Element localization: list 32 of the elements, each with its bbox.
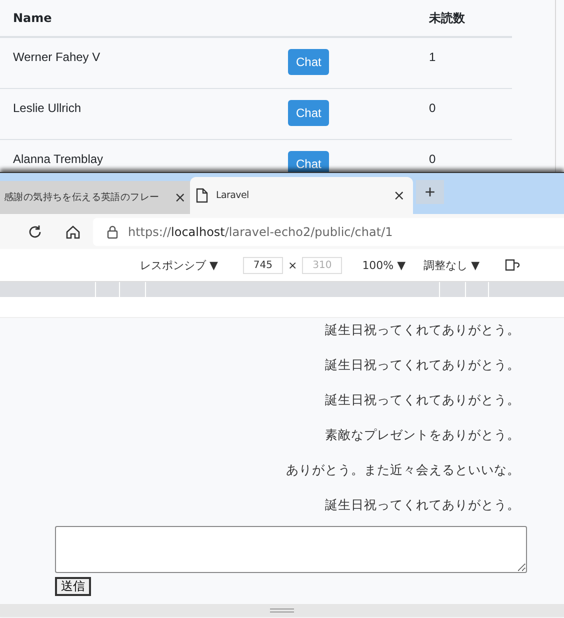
times-sign: × [288, 258, 298, 272]
unread-count-cell-text: 1 [428, 49, 437, 66]
zoom-dropdown[interactable]: 100% ▼ [362, 258, 406, 272]
new-tab-button[interactable]: + [416, 180, 444, 204]
width-field[interactable]: 745 [242, 256, 283, 274]
close-icon[interactable]: × [393, 188, 405, 204]
chat-message: 誕生日祝ってくれてありがとう。 [325, 321, 520, 339]
browser-tab[interactable]: 感謝の気持ちを伝える英語のフレー × [0, 181, 190, 214]
column-header: 未読数 [428, 10, 466, 26]
browser-tab[interactable]: Laravel × [190, 177, 413, 214]
chat-message: 誕生日祝ってくれてありがとう。 [325, 356, 520, 374]
chat-message: 誕生日祝ってくれてありがとう。 [325, 391, 520, 409]
rotate-icon[interactable] [504, 258, 520, 272]
message-input[interactable] [55, 526, 527, 573]
name-cell-text: Leslie Ullrich [12, 100, 82, 117]
device-dropdown[interactable]: レスポンシブ ▼ [140, 258, 218, 272]
chat-message: 誕生日祝ってくれてありがとう。 [325, 496, 520, 514]
chat-message: 素敵なプレゼントをありがとう。 [325, 426, 520, 444]
column-header: Name [12, 11, 53, 25]
name-cell-text: Werner Fahey V [12, 49, 102, 66]
home-icon[interactable] [65, 224, 81, 240]
refresh-icon[interactable] [27, 224, 43, 240]
unread-count-cell-text: 0 [428, 100, 437, 117]
name-cell-text: Alanna Tremblay [12, 151, 104, 168]
close-icon[interactable]: × [174, 190, 186, 206]
resize-handle-icon[interactable] [270, 608, 294, 613]
send-button[interactable]: 送信 [55, 577, 91, 596]
chat-message: ありがとう。また近々会えるといいな。 [286, 461, 520, 479]
document-icon [196, 188, 208, 203]
throttle-dropdown[interactable]: 調整なし ▼ [424, 258, 480, 272]
lock-icon[interactable] [107, 224, 118, 238]
unread-count-cell-text: 0 [428, 151, 437, 168]
